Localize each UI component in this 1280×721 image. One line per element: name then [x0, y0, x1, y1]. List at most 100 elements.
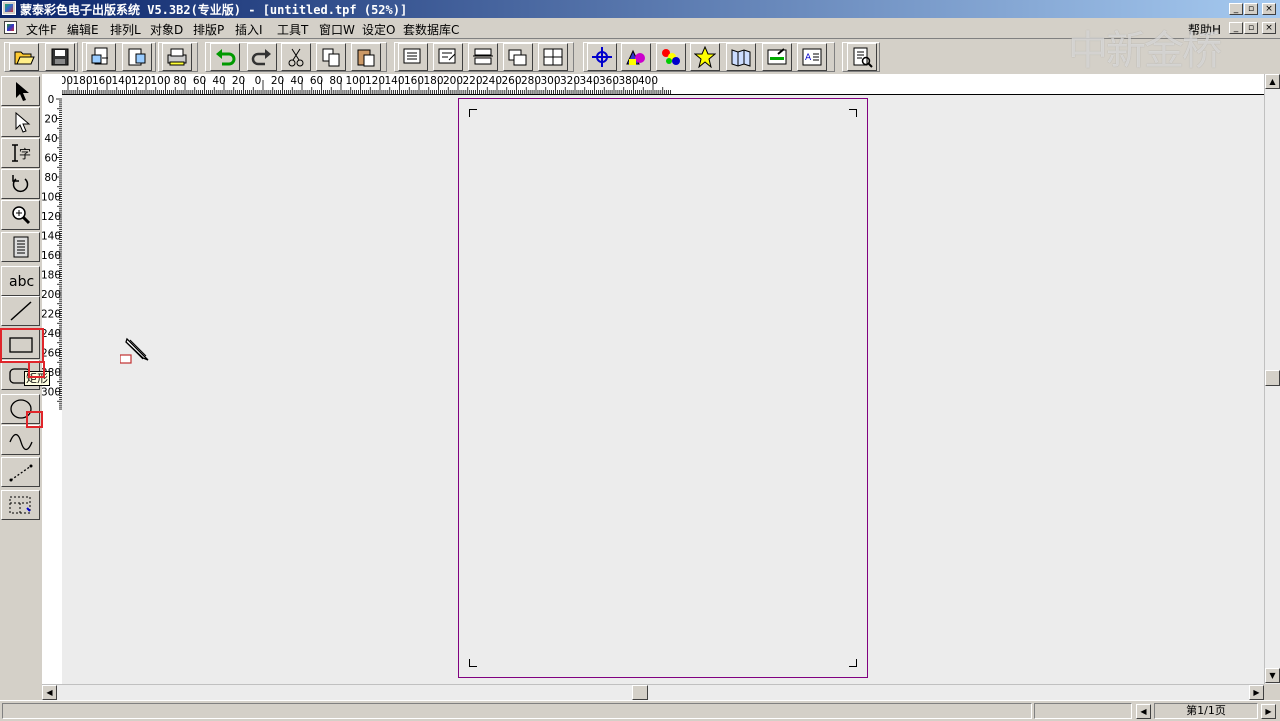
- ruler-label: 380: [618, 75, 638, 87]
- close-icon[interactable]: ×: [1262, 3, 1276, 15]
- ruler-label: 140: [384, 75, 404, 87]
- ruler-label: 400: [638, 75, 658, 87]
- cut-button[interactable]: [281, 43, 311, 71]
- abc-text-button[interactable]: abc: [1, 266, 40, 296]
- ruler-label: 100: [150, 75, 170, 87]
- doc-restore-icon[interactable]: ▫: [1244, 22, 1258, 34]
- scroll-up-icon[interactable]: ▲: [1265, 74, 1280, 89]
- ruler-corner[interactable]: [42, 74, 62, 94]
- document-canvas[interactable]: [62, 95, 1268, 684]
- ruler-label: 220: [42, 309, 61, 321]
- paste-button[interactable]: [351, 43, 381, 71]
- doc-close-icon[interactable]: ×: [1262, 22, 1276, 34]
- line-tool-button[interactable]: [1, 296, 40, 326]
- undo-button[interactable]: [210, 43, 240, 71]
- svg-text:A: A: [805, 53, 812, 63]
- export-button[interactable]: [122, 43, 152, 71]
- table-tool-button[interactable]: [1, 490, 40, 520]
- watermark: 中新金桥: [1068, 28, 1222, 74]
- maximize-icon[interactable]: ▫: [1244, 3, 1258, 15]
- text-tool-icon: 字: [11, 144, 31, 162]
- ruler-label: 80: [44, 172, 57, 184]
- menu-item[interactable]: 套数据库C: [403, 21, 459, 38]
- send-back-button[interactable]: [433, 43, 463, 71]
- move-cross-button[interactable]: [587, 43, 617, 71]
- horizontal-ruler[interactable]: 200 180 160 140 120 100 80 60 40 20 0 20 40 60 80 100 12…: [42, 74, 1268, 95]
- undo-icon: [216, 49, 236, 66]
- ruler-label: 180: [423, 75, 443, 87]
- print-button[interactable]: [162, 43, 192, 71]
- crop-mark-tr: [849, 109, 857, 117]
- menu-item[interactable]: 设定O: [362, 21, 395, 38]
- ruler-label: 160: [42, 250, 61, 262]
- star-button[interactable]: [690, 43, 720, 71]
- image-edit-button[interactable]: [762, 43, 792, 71]
- next-page-icon[interactable]: ▶: [1261, 704, 1276, 719]
- zoom-tool-button[interactable]: [1, 200, 40, 230]
- ruler-label: 180: [42, 270, 61, 282]
- shape-fill-button[interactable]: [621, 43, 651, 71]
- document-icon[interactable]: [4, 21, 17, 34]
- dotted-line-tool-button[interactable]: [1, 457, 40, 487]
- menu-item[interactable]: 窗口W: [319, 21, 355, 38]
- ruler-label: 140: [111, 75, 131, 87]
- crop-mark-tl: [469, 109, 477, 117]
- group-button[interactable]: [503, 43, 533, 71]
- menu-item[interactable]: 排版P: [193, 21, 224, 38]
- bezier-tool-button[interactable]: [1, 425, 40, 455]
- open-button[interactable]: [9, 43, 39, 71]
- page-frame[interactable]: [458, 98, 868, 678]
- map-button[interactable]: [726, 43, 756, 71]
- svg-text:字: 字: [19, 146, 31, 161]
- menu-item[interactable]: 排列L: [110, 21, 141, 38]
- save-button[interactable]: [45, 43, 75, 71]
- scroll-right-icon[interactable]: ▶: [1249, 685, 1264, 700]
- text-tool-button[interactable]: 字: [1, 138, 40, 168]
- node-select-button[interactable]: [1, 107, 40, 137]
- arrow-select-button[interactable]: [1, 76, 40, 106]
- rotate-tool-icon: [11, 175, 28, 193]
- copy-button[interactable]: [316, 43, 346, 71]
- menu-item[interactable]: 插入I: [235, 21, 263, 38]
- cut-icon: [288, 48, 304, 67]
- image-edit-icon: [767, 48, 787, 65]
- preview-button[interactable]: [847, 43, 877, 71]
- redo-button[interactable]: [247, 43, 277, 71]
- menu-item[interactable]: 工具T: [277, 21, 308, 38]
- horizontal-scroll-thumb[interactable]: [632, 685, 648, 700]
- scroll-corner: [1264, 684, 1280, 700]
- menu-item[interactable]: 编辑E: [67, 21, 99, 38]
- ruler-label: 240: [42, 328, 61, 340]
- vertical-ruler[interactable]: 0 20 40 60 80 100 120 140 160 180 200 220 240 260 280 3…: [42, 94, 63, 684]
- page-tool-button[interactable]: [1, 232, 40, 262]
- scroll-left-icon[interactable]: ◀: [42, 685, 57, 700]
- status-info-pane: [1034, 703, 1132, 719]
- rotate-tool-button[interactable]: [1, 169, 40, 199]
- text-frame-button[interactable]: A: [797, 43, 827, 71]
- align-button[interactable]: [468, 43, 498, 71]
- ruler-label: 180: [72, 75, 92, 87]
- menu-item[interactable]: 文件F: [26, 21, 57, 38]
- open-icon: [14, 51, 35, 65]
- align-icon: [473, 48, 493, 65]
- paste-icon: [357, 49, 375, 67]
- app-icon[interactable]: [2, 1, 16, 15]
- export-icon: [128, 48, 146, 66]
- import-button[interactable]: [86, 43, 116, 71]
- menu-item[interactable]: 对象D: [150, 21, 183, 38]
- import-icon: [91, 47, 108, 65]
- scroll-down-icon[interactable]: ▼: [1265, 668, 1280, 683]
- minimize-icon[interactable]: _: [1229, 3, 1243, 15]
- bring-front-button[interactable]: [398, 43, 428, 71]
- vertical-scrollbar[interactable]: ▲ ▼: [1264, 74, 1280, 684]
- prev-page-icon[interactable]: ◀: [1136, 704, 1151, 719]
- ellipse-flyout-highlight: [26, 411, 43, 428]
- horizontal-scrollbar[interactable]: ◀ ▶: [42, 684, 1264, 701]
- pencil-cursor-icon: [120, 337, 149, 364]
- ungroup-button[interactable]: [538, 43, 568, 71]
- vertical-scroll-thumb[interactable]: [1265, 370, 1280, 386]
- color-palette-button[interactable]: [656, 43, 686, 71]
- ungroup-icon: [543, 48, 563, 66]
- doc-minimize-icon[interactable]: _: [1229, 22, 1243, 34]
- svg-text:abc: abc: [9, 274, 34, 290]
